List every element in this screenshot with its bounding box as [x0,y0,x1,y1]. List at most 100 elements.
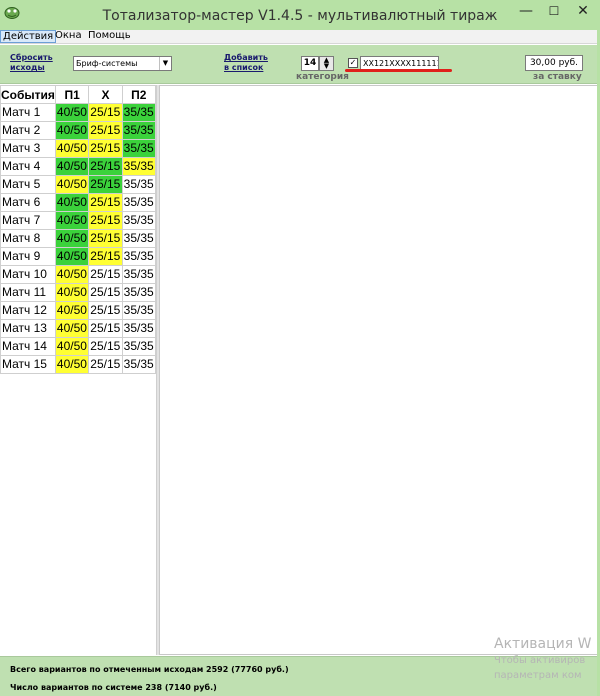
spin-down-icon[interactable]: ▼ [320,63,333,70]
match-name-cell: Матч 10 [0,265,56,284]
minimize-button[interactable]: — [513,0,539,22]
match-name-cell: Матч 14 [0,337,56,356]
table-row[interactable]: Матч 5 40/50 25/15 35/35 [0,175,157,194]
outcome-p1-cell[interactable]: 40/50 [54,319,90,338]
match-name-cell: Матч 5 [0,175,56,194]
stake-label: за ставку [533,72,582,82]
status-total-variants: Всего вариантов по отмеченным исходам 25… [10,665,289,674]
outcome-x-cell[interactable]: 25/15 [88,175,123,194]
match-name-cell: Матч 7 [0,211,56,230]
outcome-p2-cell[interactable]: 35/35 [121,157,157,176]
outcome-p2-cell[interactable]: 35/35 [121,265,157,284]
category-spinner[interactable]: ▲ ▼ [319,56,334,71]
outcome-p2-cell[interactable]: 35/35 [121,121,157,140]
system-select-value: Бриф-системы [76,59,138,68]
stake-input[interactable]: 30,00 руб. [525,55,583,71]
match-name-cell: Матч 13 [0,319,56,338]
outcome-x-cell[interactable]: 25/15 [88,247,123,266]
sequence-checkbox[interactable]: ✓ [348,58,358,68]
outcome-p1-cell[interactable]: 40/50 [54,283,90,302]
outcome-p1-cell[interactable]: 40/50 [54,247,90,266]
matches-grid: События П1 Х П2 Матч 1 40/50 25/15 35/35 Мат… [0,85,157,655]
reset-outcomes-link[interactable]: Сбросить исходы [10,53,53,73]
match-name-cell: Матч 12 [0,301,56,320]
outcome-x-cell[interactable]: 25/15 [88,337,123,356]
outcome-p1-cell[interactable]: 40/50 [54,301,90,320]
matches-table: События П1 Х П2 Матч 1 40/50 25/15 35/35 Мат… [0,85,157,374]
table-row[interactable]: Матч 7 40/50 25/15 35/35 [0,211,157,230]
header-p2: П2 [121,85,157,104]
add-to-list-line1: Добавить [224,53,268,62]
outcome-x-cell[interactable]: 25/15 [88,139,123,158]
table-row[interactable]: Матч 11 40/50 25/15 35/35 [0,283,157,302]
outcome-p2-cell[interactable]: 35/35 [121,139,157,158]
outcome-p2-cell[interactable]: 35/35 [121,175,157,194]
outcome-p1-cell[interactable]: 40/50 [54,157,90,176]
table-row[interactable]: Матч 9 40/50 25/15 35/35 [0,247,157,266]
table-row[interactable]: Матч 6 40/50 25/15 35/35 [0,193,157,212]
outcome-x-cell[interactable]: 25/15 [88,193,123,212]
menu-actions[interactable]: Действия [0,30,57,43]
maximize-button[interactable]: ☐ [541,0,567,22]
outcome-p2-cell[interactable]: 35/35 [121,319,157,338]
add-to-list-line2: в список [224,63,264,72]
table-row[interactable]: Матч 2 40/50 25/15 35/35 [0,121,157,140]
table-header-row: События П1 Х П2 [0,85,157,104]
outcome-p1-cell[interactable]: 40/50 [54,211,90,230]
outcome-x-cell[interactable]: 25/15 [88,355,123,374]
table-row[interactable]: Матч 8 40/50 25/15 35/35 [0,229,157,248]
outcome-x-cell[interactable]: 25/15 [88,319,123,338]
outcome-p1-cell[interactable]: 40/50 [54,103,90,122]
outcome-p1-cell[interactable]: 40/50 [54,139,90,158]
match-name-cell: Матч 4 [0,157,56,176]
category-input[interactable]: 14 [301,56,319,71]
outcome-p1-cell[interactable]: 40/50 [54,337,90,356]
table-row[interactable]: Матч 14 40/50 25/15 35/35 [0,337,157,356]
highlight-underline [345,69,452,72]
outcome-p1-cell[interactable]: 40/50 [54,175,90,194]
outcome-p2-cell[interactable]: 35/35 [121,247,157,266]
menu-help[interactable]: Помощь [86,30,133,43]
table-row[interactable]: Матч 15 40/50 25/15 35/35 [0,355,157,374]
outcome-x-cell[interactable]: 25/15 [88,121,123,140]
chevron-down-icon[interactable]: ▼ [159,57,171,70]
outcome-p2-cell[interactable]: 35/35 [121,103,157,122]
outcome-p2-cell[interactable]: 35/35 [121,337,157,356]
add-to-list-link[interactable]: Добавить в список [224,53,268,73]
outcome-x-cell[interactable]: 25/15 [88,103,123,122]
header-events: События [0,85,56,104]
match-name-cell: Матч 6 [0,193,56,212]
outcome-p2-cell[interactable]: 35/35 [121,211,157,230]
menu-bar: Действия Окна Помощь [0,30,600,44]
outcome-p1-cell[interactable]: 40/50 [54,355,90,374]
menu-windows[interactable]: Окна [53,30,84,43]
table-row[interactable]: Матч 13 40/50 25/15 35/35 [0,319,157,338]
outcome-p1-cell[interactable]: 40/50 [54,265,90,284]
outcome-x-cell[interactable]: 25/15 [88,283,123,302]
outcome-x-cell[interactable]: 25/15 [88,229,123,248]
outcome-p2-cell[interactable]: 35/35 [121,301,157,320]
outcome-x-cell[interactable]: 25/15 [88,301,123,320]
outcome-x-cell[interactable]: 25/15 [88,211,123,230]
outcome-p2-cell[interactable]: 35/35 [121,283,157,302]
match-name-cell: Матч 8 [0,229,56,248]
table-row[interactable]: Матч 4 40/50 25/15 35/35 [0,157,157,176]
close-button[interactable]: ✕ [568,0,598,22]
table-row[interactable]: Матч 10 40/50 25/15 35/35 [0,265,157,284]
outcome-p1-cell[interactable]: 40/50 [54,229,90,248]
match-name-cell: Матч 11 [0,283,56,302]
system-select[interactable]: Бриф-системы ▼ [73,56,172,71]
outcome-x-cell[interactable]: 25/15 [88,157,123,176]
outcome-p1-cell[interactable]: 40/50 [54,193,90,212]
category-label: категория [296,72,349,82]
outcome-p2-cell[interactable]: 35/35 [121,229,157,248]
outcome-p1-cell[interactable]: 40/50 [54,121,90,140]
table-row[interactable]: Матч 3 40/50 25/15 35/35 [0,139,157,158]
window-title: Тотализатор-мастер V1.4.5 - мультивалютн… [102,8,498,24]
table-row[interactable]: Матч 1 40/50 25/15 35/35 [0,103,157,122]
outcome-p2-cell[interactable]: 35/35 [121,355,157,374]
outcome-x-cell[interactable]: 25/15 [88,265,123,284]
table-row[interactable]: Матч 12 40/50 25/15 35/35 [0,301,157,320]
title-bar: Тотализатор-мастер V1.4.5 - мультивалютн… [0,0,600,30]
outcome-p2-cell[interactable]: 35/35 [121,193,157,212]
